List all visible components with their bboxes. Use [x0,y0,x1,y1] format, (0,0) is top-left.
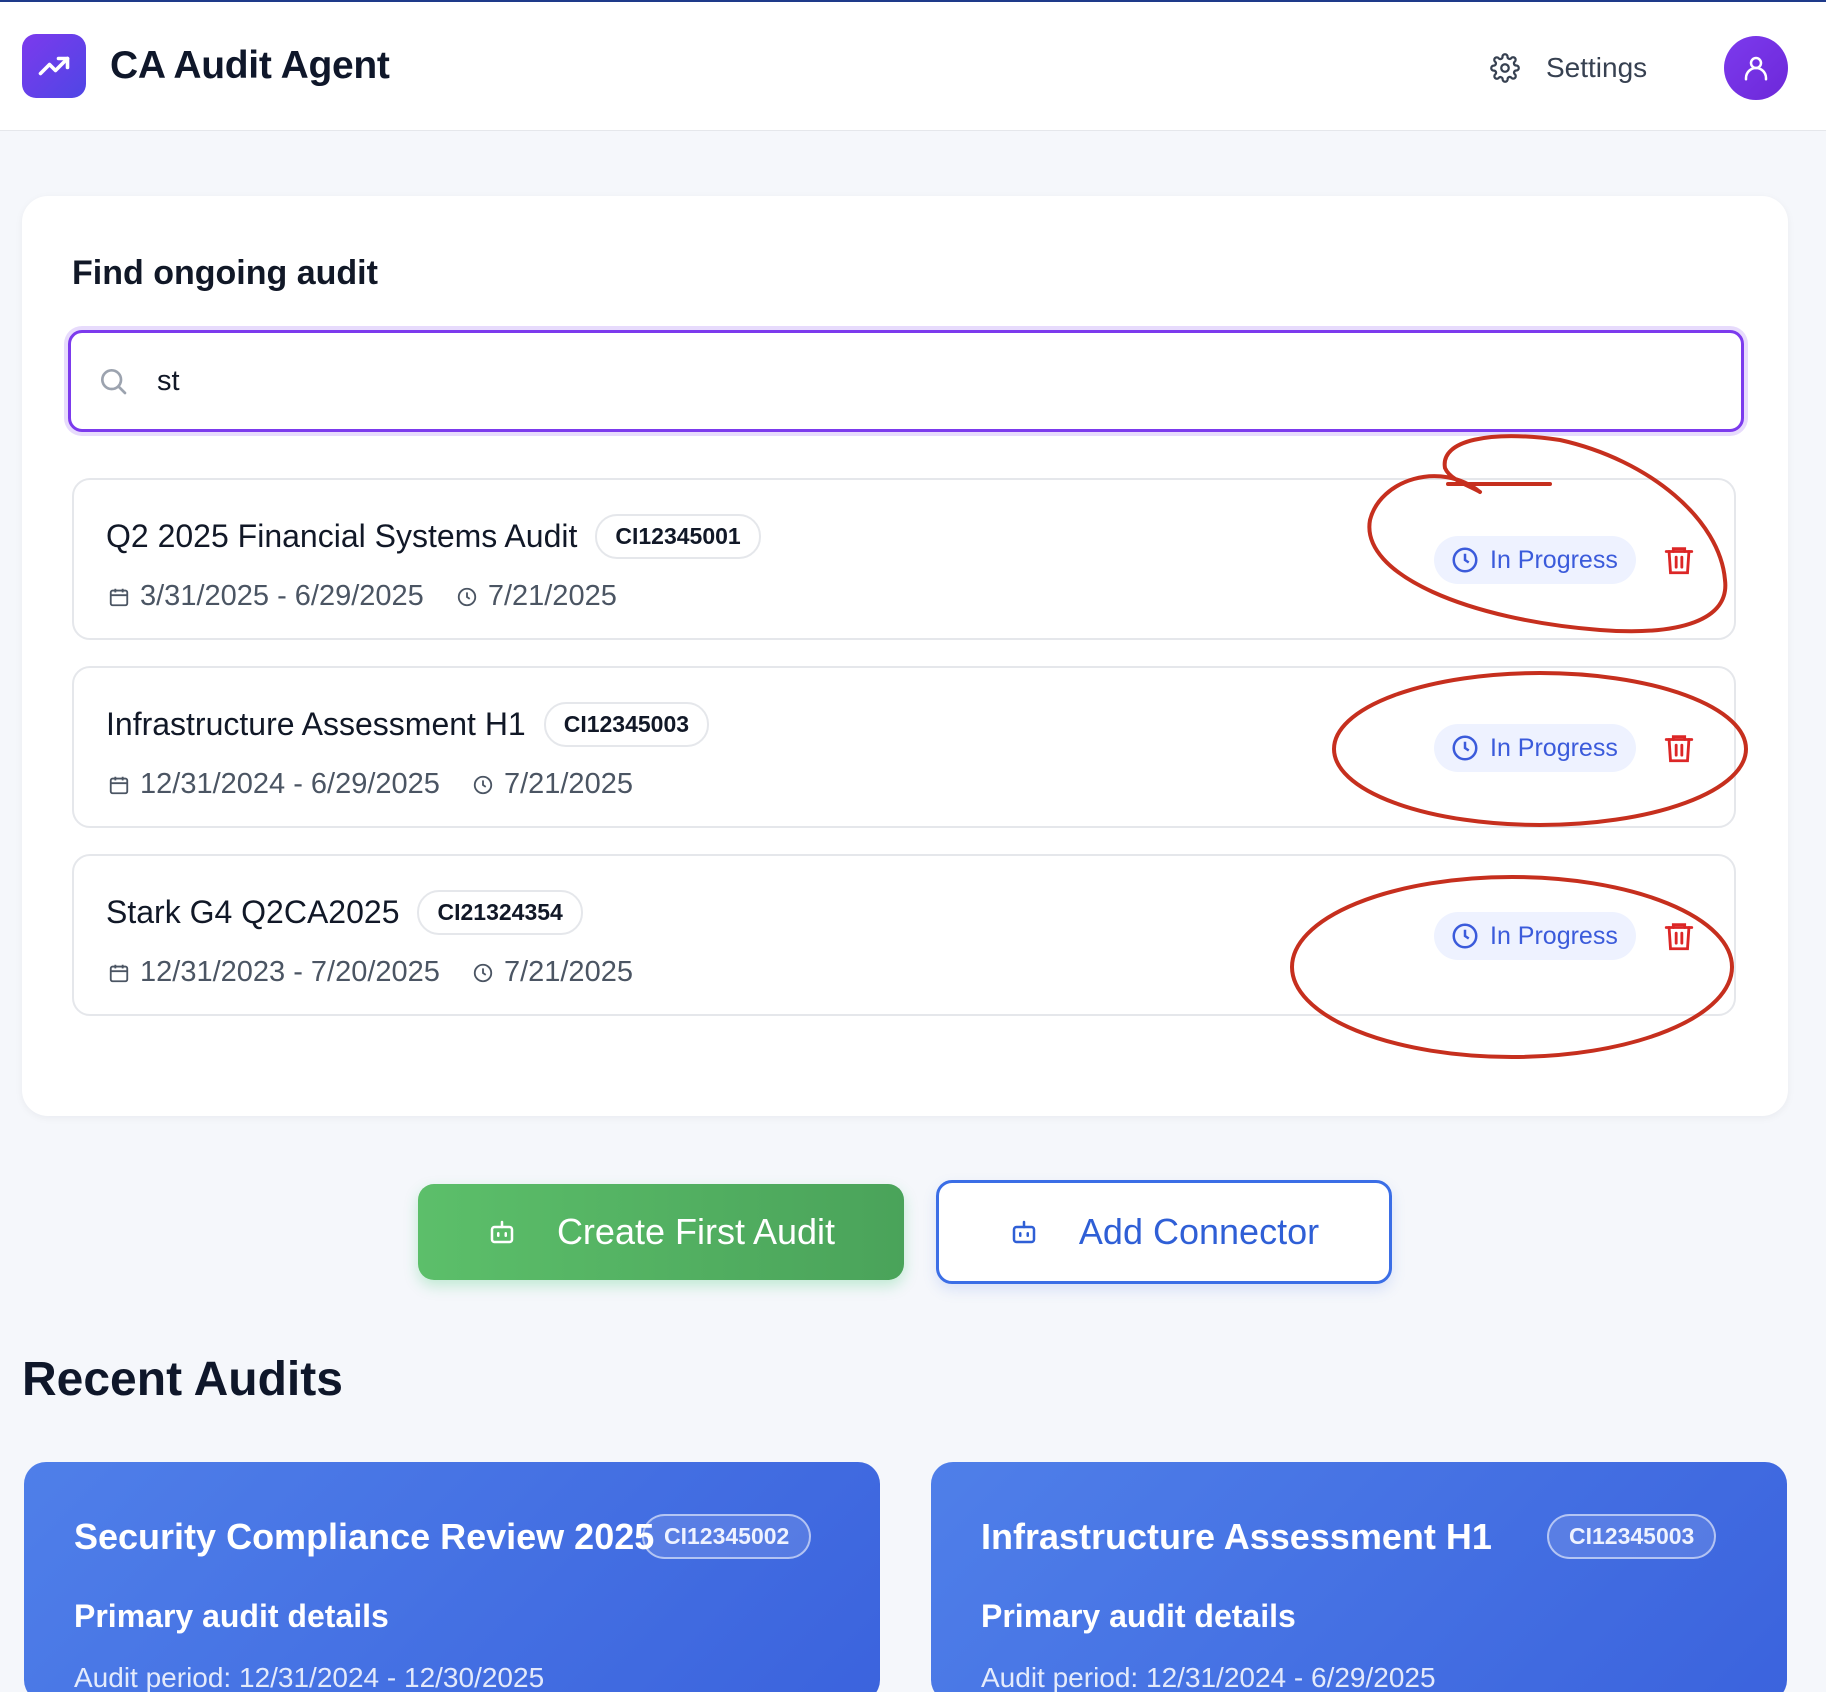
recent-audits-heading: Recent Audits [22,1353,343,1406]
trending-up-icon [38,56,70,76]
user-icon [1744,56,1768,81]
audit-id-badge: CI12345003 [1547,1514,1717,1559]
search-card: Find ongoing audit Q2 2025 Financial Sys… [22,196,1788,1116]
result-row[interactable]: Infrastructure Assessment H1 CI12345003 … [72,666,1736,828]
search-box[interactable] [68,330,1744,432]
gear-icon [1490,53,1520,83]
search-heading: Find ongoing audit [72,254,378,292]
audit-title: Stark G4 Q2CA2025 [106,894,400,930]
search-icon [101,369,127,395]
settings-button[interactable]: Settings [1490,46,1647,90]
audit-title: Infrastructure Assessment H1 [106,706,526,742]
audit-id-badge: CI12345001 [595,514,761,559]
app-logo[interactable] [22,34,86,98]
calendar-icon [109,776,129,794]
create-first-audit-label: Create First Audit [556,1211,836,1252]
recent-audit-card[interactable]: Security Compliance Review 2025 CI123450… [24,1462,880,1692]
recent-audit-title: Security Compliance Review 2025 [74,1516,655,1557]
trash-icon[interactable] [1662,730,1696,766]
result-row[interactable]: Q2 2025 Financial Systems Audit CI123450… [72,478,1736,640]
status-label: In Progress [1490,545,1618,574]
recent-audit-subtitle: Primary audit details [74,1598,389,1634]
clock-icon [473,963,493,982]
clock-icon [1452,923,1478,949]
audit-period: 12/31/2023 - 7/20/2025 [140,956,440,988]
clock-icon [1452,547,1478,573]
result-row[interactable]: Stark G4 Q2CA2025 CI21324354 12/31/2023 … [72,854,1736,1016]
settings-label: Settings [1546,52,1648,83]
audit-title: Q2 2025 Financial Systems Audit [106,518,578,554]
recent-audit-period: Audit period: 12/31/2024 - 12/30/2025 [74,1662,545,1692]
top-header: CA Audit Agent Settings [0,0,1826,131]
audit-period: 12/31/2024 - 6/29/2025 [140,768,440,800]
recent-audit-title: Infrastructure Assessment H1 [981,1516,1492,1557]
audit-updated: 7/21/2025 [487,580,617,612]
robot-icon [1012,1220,1036,1244]
audit-updated: 7/21/2025 [503,956,633,988]
recent-audit-card[interactable]: Infrastructure Assessment H1 CI12345003 … [931,1462,1787,1692]
audit-id-badge: CI21324354 [417,890,583,935]
status-badge: In Progress [1434,724,1636,772]
calendar-icon [109,964,129,982]
trash-icon[interactable] [1662,918,1696,954]
add-connector-button[interactable]: Add Connector [936,1180,1392,1284]
add-connector-label: Add Connector [1078,1211,1320,1252]
create-first-audit-button[interactable]: Create First Audit [418,1184,904,1280]
recent-audit-period: Audit period: 12/31/2024 - 6/29/2025 [981,1662,1436,1692]
status-label: In Progress [1490,733,1618,762]
audit-period: 3/31/2025 - 6/29/2025 [140,580,424,612]
audit-id-badge: CI12345002 [642,1514,812,1559]
recent-audit-subtitle: Primary audit details [981,1598,1296,1634]
clock-icon [457,587,476,606]
clock-icon [1452,735,1478,761]
search-input[interactable] [157,353,1717,409]
clock-icon [473,775,493,794]
audit-updated: 7/21/2025 [503,768,633,800]
status-label: In Progress [1490,921,1618,950]
status-badge: In Progress [1434,912,1636,960]
calendar-icon [109,588,129,606]
trash-icon[interactable] [1662,542,1696,578]
app-title: CA Audit Agent [110,44,390,87]
status-badge: In Progress [1434,536,1636,584]
robot-icon [490,1220,514,1244]
user-avatar[interactable] [1724,36,1788,100]
audit-id-badge: CI12345003 [543,702,710,747]
